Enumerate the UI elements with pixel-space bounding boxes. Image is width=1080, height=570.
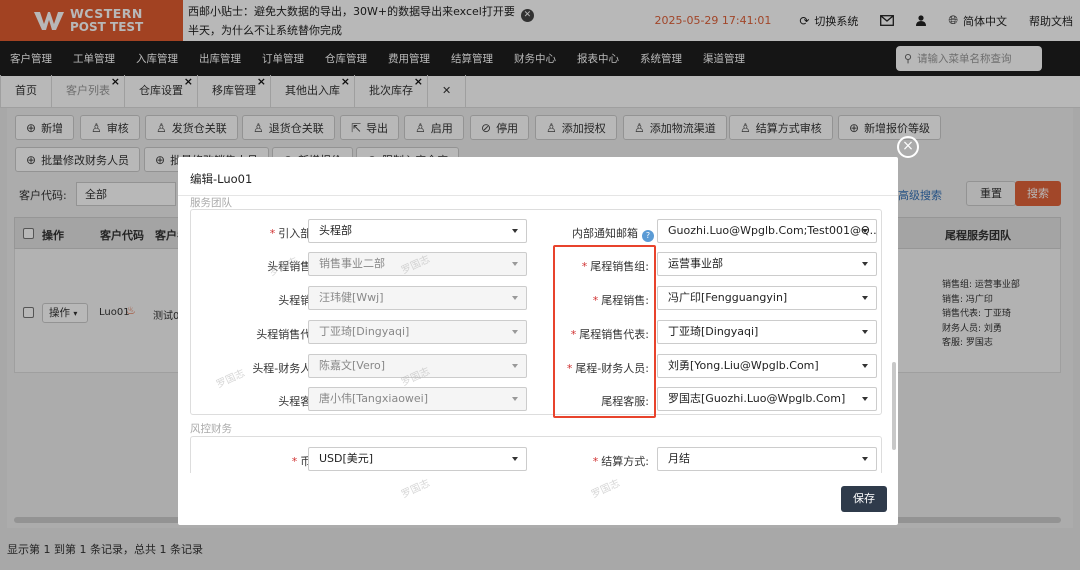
- settlement-select[interactable]: 月结: [657, 447, 877, 471]
- section-service-team: 服务团队: [190, 197, 232, 209]
- tail-sales-select[interactable]: 冯广印[Fengguangyin]: [657, 286, 877, 310]
- section-risk-finance: 风控财务: [190, 423, 232, 435]
- caret-down-icon: [862, 364, 868, 368]
- save-button[interactable]: 保存: [841, 486, 887, 512]
- dept-select[interactable]: 头程部: [308, 219, 527, 243]
- settlement-label: * 结算方式:: [592, 455, 649, 468]
- caret-down-icon: [862, 457, 868, 461]
- internal-email-label-text: 内部通知邮箱: [572, 227, 638, 240]
- internal-email-value: Guozhi.Luo@Wpglb.Com;Test001@Q...: [668, 224, 877, 237]
- currency-value: USD[美元]: [319, 452, 374, 465]
- modal-body: 服务团队 * 引入部门: 头程部 头程销售组: 销售事业二部 头程销售: 汪玮健[…: [178, 195, 898, 473]
- head-group-value: 销售事业二部: [319, 257, 385, 270]
- head-cs-value: 唐小伟[Tangxiaowei]: [319, 392, 429, 405]
- internal-email-label: 内部通知邮箱?: [518, 225, 654, 242]
- modal-close-icon[interactable]: ×: [897, 136, 919, 158]
- edit-customer-modal: 编辑-Luo01 服务团队 * 引入部门: 头程部 头程销售组: 销售事业二部 头…: [178, 157, 898, 525]
- tail-fin-select[interactable]: 刘勇[Yong.Liu@Wpglb.Com]: [657, 354, 877, 378]
- tail-fin-value: 刘勇[Yong.Liu@Wpglb.Com]: [668, 359, 819, 372]
- tail-rep-select[interactable]: 丁亚琦[Dingyaqi]: [657, 320, 877, 344]
- help-icon[interactable]: ?: [642, 230, 654, 242]
- caret-down-icon: [862, 397, 868, 401]
- modal-title: 编辑-Luo01: [190, 172, 253, 186]
- currency-select[interactable]: USD[美元]: [308, 447, 527, 471]
- tail-group-select[interactable]: 运营事业部: [657, 252, 877, 276]
- settlement-label-text: 结算方式:: [601, 455, 649, 468]
- tail-team-highlight-box: [553, 245, 656, 418]
- head-sales-select: 汪玮健[Wwj]: [308, 286, 527, 310]
- caret-down-icon: [862, 330, 868, 334]
- settlement-value: 月结: [668, 452, 690, 465]
- tail-sales-value: 冯广印[Fengguangyin]: [668, 291, 788, 304]
- head-rep-value: 丁亚琦[Dingyaqi]: [319, 325, 410, 338]
- head-sales-value: 汪玮健[Wwj]: [319, 291, 384, 304]
- head-rep-select: 丁亚琦[Dingyaqi]: [308, 320, 527, 344]
- tail-rep-value: 丁亚琦[Dingyaqi]: [668, 325, 759, 338]
- head-cs-select: 唐小伟[Tangxiaowei]: [308, 387, 527, 411]
- tail-cs-select[interactable]: 罗国志[Guozhi.Luo@Wpglb.Com]: [657, 387, 877, 411]
- internal-email-select[interactable]: Guozhi.Luo@Wpglb.Com;Test001@Q...: [657, 219, 877, 243]
- tail-cs-value: 罗国志[Guozhi.Luo@Wpglb.Com]: [668, 392, 846, 405]
- modal-vertical-scrollbar[interactable]: [892, 362, 896, 450]
- caret-down-icon: [862, 229, 868, 233]
- dept-value: 头程部: [319, 224, 352, 237]
- head-fin-value: 陈嘉文[Vero]: [319, 359, 386, 372]
- caret-down-icon: [862, 296, 868, 300]
- tail-group-value: 运营事业部: [668, 257, 723, 270]
- caret-down-icon: [862, 262, 868, 266]
